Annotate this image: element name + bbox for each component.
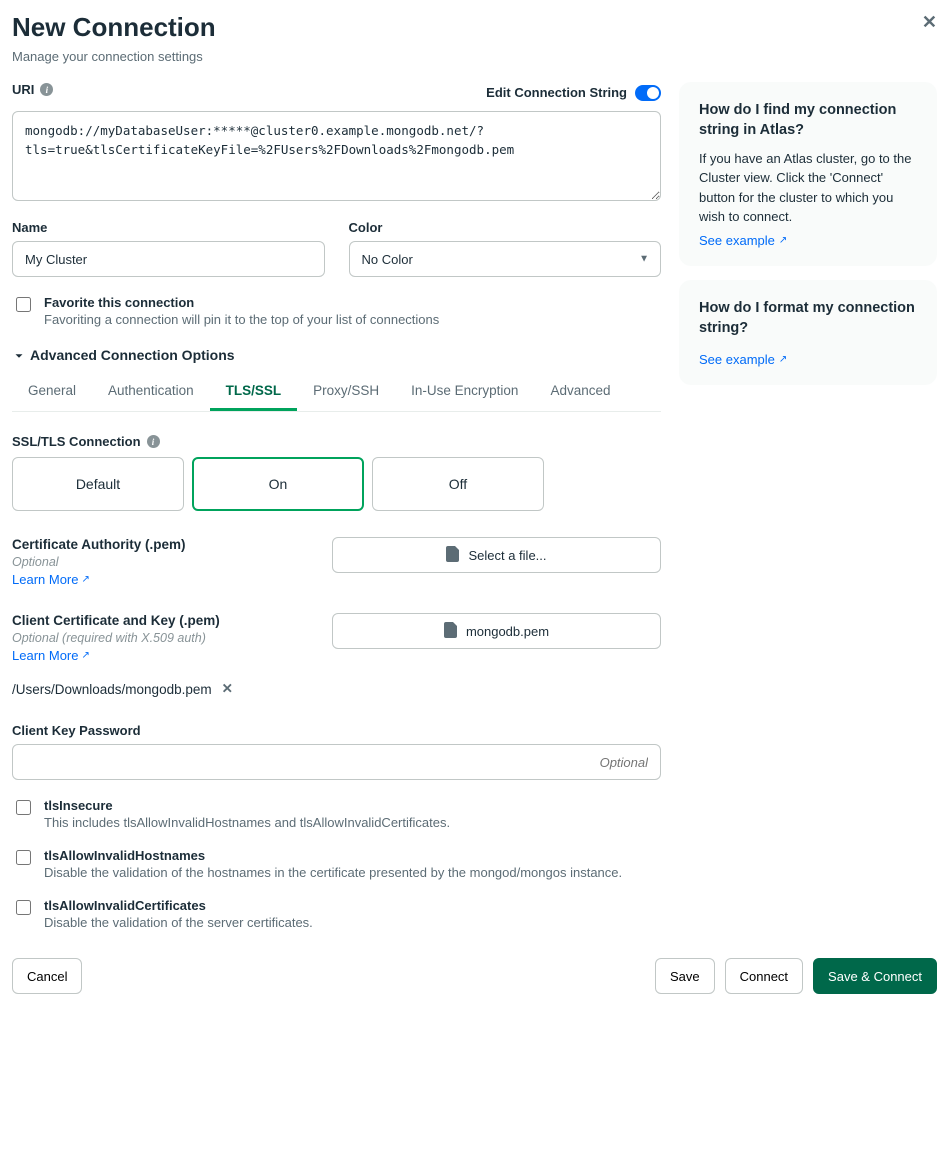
uri-label: URI bbox=[12, 82, 34, 97]
edit-connection-string-toggle[interactable] bbox=[635, 85, 661, 101]
client-cert-label: Client Certificate and Key (.pem) bbox=[12, 613, 312, 628]
tls-default-button[interactable]: Default bbox=[12, 457, 184, 511]
client-cert-path: /Users/Downloads/mongodb.pem bbox=[12, 682, 212, 697]
client-key-password-label: Client Key Password bbox=[12, 723, 661, 738]
tab-in-use-encryption[interactable]: In-Use Encryption bbox=[395, 373, 534, 411]
ca-learn-more-link[interactable]: Learn More↗ bbox=[12, 572, 90, 587]
cancel-button[interactable]: Cancel bbox=[12, 958, 82, 994]
chevron-down-icon bbox=[12, 349, 26, 363]
tls-on-button[interactable]: On bbox=[192, 457, 364, 511]
ca-label: Certificate Authority (.pem) bbox=[12, 537, 312, 552]
name-input[interactable] bbox=[12, 241, 325, 277]
tab-advanced[interactable]: Advanced bbox=[534, 373, 626, 411]
ca-optional: Optional bbox=[12, 555, 312, 569]
favorite-desc: Favoriting a connection will pin it to t… bbox=[44, 312, 439, 327]
file-icon bbox=[444, 622, 458, 641]
file-add-icon bbox=[446, 546, 460, 565]
tls-hostnames-title: tlsAllowInvalidHostnames bbox=[44, 848, 622, 863]
connect-button[interactable]: Connect bbox=[725, 958, 803, 994]
client-cert-optional: Optional (required with X.509 auth) bbox=[12, 631, 312, 645]
close-icon[interactable]: ✕ bbox=[922, 12, 937, 33]
color-select[interactable]: No Color bbox=[349, 241, 662, 277]
save-button[interactable]: Save bbox=[655, 958, 715, 994]
tls-allow-invalid-certificates-checkbox[interactable] bbox=[16, 900, 31, 915]
external-link-icon: ↗ bbox=[81, 574, 89, 585]
tls-off-button[interactable]: Off bbox=[372, 457, 544, 511]
page-title: New Connection bbox=[12, 12, 937, 43]
external-link-icon: ↗ bbox=[81, 650, 89, 661]
client-key-password-input[interactable] bbox=[12, 744, 661, 780]
advanced-options-toggle[interactable]: Advanced Connection Options bbox=[12, 347, 661, 363]
help-atlas-see-example-link[interactable]: See example↗ bbox=[699, 233, 787, 248]
tab-tls-ssl[interactable]: TLS/SSL bbox=[210, 373, 298, 411]
edit-connection-string-label: Edit Connection String bbox=[486, 85, 627, 100]
ca-select-file-button[interactable]: Select a file... bbox=[332, 537, 661, 573]
remove-file-icon[interactable]: ✕ bbox=[222, 681, 233, 697]
external-link-icon: ↗ bbox=[779, 235, 787, 246]
tab-general[interactable]: General bbox=[12, 373, 92, 411]
tab-authentication[interactable]: Authentication bbox=[92, 373, 210, 411]
info-icon[interactable]: i bbox=[147, 435, 160, 448]
client-cert-learn-more-link[interactable]: Learn More↗ bbox=[12, 648, 90, 663]
external-link-icon: ↗ bbox=[779, 354, 787, 365]
tls-insecure-title: tlsInsecure bbox=[44, 798, 450, 813]
info-icon[interactable]: i bbox=[40, 83, 53, 96]
help-atlas-title: How do I find my connection string in At… bbox=[699, 100, 917, 141]
tls-allow-invalid-hostnames-checkbox[interactable] bbox=[16, 850, 31, 865]
help-format-see-example-link[interactable]: See example↗ bbox=[699, 352, 787, 367]
tls-hostnames-desc: Disable the validation of the hostnames … bbox=[44, 865, 622, 880]
tls-certs-desc: Disable the validation of the server cer… bbox=[44, 915, 313, 930]
tls-certs-title: tlsAllowInvalidCertificates bbox=[44, 898, 313, 913]
ssl-tls-connection-label: SSL/TLS Connection bbox=[12, 434, 141, 449]
client-cert-file-button[interactable]: mongodb.pem bbox=[332, 613, 661, 649]
help-atlas-body: If you have an Atlas cluster, go to the … bbox=[699, 149, 917, 227]
tab-proxy-ssh[interactable]: Proxy/SSH bbox=[297, 373, 395, 411]
tls-insecure-checkbox[interactable] bbox=[16, 800, 31, 815]
tls-insecure-desc: This includes tlsAllowInvalidHostnames a… bbox=[44, 815, 450, 830]
save-and-connect-button[interactable]: Save & Connect bbox=[813, 958, 937, 994]
favorite-checkbox[interactable] bbox=[16, 297, 31, 312]
uri-input[interactable]: mongodb://myDatabaseUser:*****@cluster0.… bbox=[12, 111, 661, 201]
color-label: Color bbox=[349, 220, 662, 235]
page-subtitle: Manage your connection settings bbox=[12, 49, 937, 64]
help-format-title: How do I format my connection string? bbox=[699, 298, 917, 339]
name-label: Name bbox=[12, 220, 325, 235]
favorite-title: Favorite this connection bbox=[44, 295, 439, 310]
